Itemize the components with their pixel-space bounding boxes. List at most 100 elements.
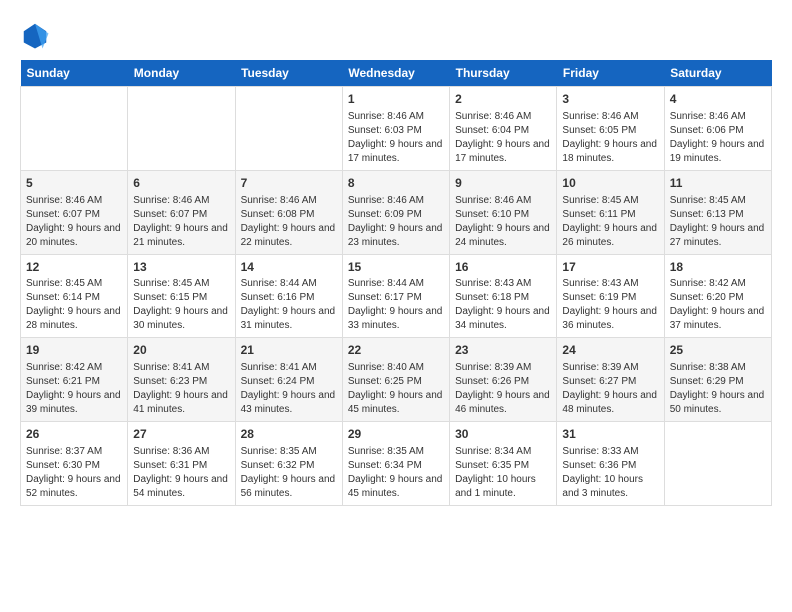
day-number: 3 — [562, 91, 658, 108]
calendar-week-row: 26Sunrise: 8:37 AM Sunset: 6:30 PM Dayli… — [21, 422, 772, 506]
day-info: Sunrise: 8:42 AM Sunset: 6:21 PM Dayligh… — [26, 361, 122, 417]
calendar-header-sunday: Sunday — [21, 60, 128, 87]
calendar-cell: 30 Sunrise: 8:34 AM Sunset: 6:35 PM Dayli… — [450, 422, 557, 506]
calendar-cell: 21 Sunrise: 8:41 AM Sunset: 6:24 PM Dayli… — [235, 338, 342, 422]
day-info: Sunrise: 8:46 AM Sunset: 6:07 PM Dayligh… — [26, 194, 122, 250]
day-info: Sunrise: 8:46 AM Sunset: 6:10 PM Dayligh… — [455, 194, 551, 250]
day-info: Sunrise: 8:43 AM Sunset: 6:19 PM Dayligh… — [562, 277, 658, 333]
calendar-cell: 29 Sunrise: 8:35 AM Sunset: 6:34 PM Dayli… — [342, 422, 449, 506]
day-info: Sunrise: 8:41 AM Sunset: 6:24 PM Dayligh… — [241, 361, 337, 417]
calendar-cell: 5 Sunrise: 8:46 AM Sunset: 6:07 PM Daylig… — [21, 170, 128, 254]
calendar-cell — [128, 87, 235, 171]
page-header — [20, 20, 772, 50]
day-info: Sunrise: 8:40 AM Sunset: 6:25 PM Dayligh… — [348, 361, 444, 417]
day-info: Sunrise: 8:39 AM Sunset: 6:27 PM Dayligh… — [562, 361, 658, 417]
calendar-cell: 13Sunrise: 8:45 AM Sunset: 6:15 PM Dayli… — [128, 254, 235, 338]
day-info: Sunrise: 8:44 AM Sunset: 6:17 PM Dayligh… — [348, 277, 444, 333]
calendar-cell: 22 Sunrise: 8:40 AM Sunset: 6:25 PM Dayli… — [342, 338, 449, 422]
day-number: 28 — [241, 426, 337, 443]
logo — [20, 20, 54, 50]
day-info: Sunrise: 8:42 AM Sunset: 6:20 PM Dayligh… — [670, 277, 766, 333]
day-info: Sunrise: 8:39 AM Sunset: 6:26 PM Dayligh… — [455, 361, 551, 417]
day-number: 21 — [241, 342, 337, 359]
calendar-header-wednesday: Wednesday — [342, 60, 449, 87]
day-number: 23 — [455, 342, 551, 359]
day-info: Sunrise: 8:46 AM Sunset: 6:03 PM Dayligh… — [348, 110, 444, 166]
day-number: 15 — [348, 259, 444, 276]
calendar-cell: 15Sunrise: 8:44 AM Sunset: 6:17 PM Dayli… — [342, 254, 449, 338]
day-info: Sunrise: 8:46 AM Sunset: 6:08 PM Dayligh… — [241, 194, 337, 250]
calendar-cell: 10 Sunrise: 8:45 AM Sunset: 6:11 PM Dayli… — [557, 170, 664, 254]
calendar-cell: 16Sunrise: 8:43 AM Sunset: 6:18 PM Dayli… — [450, 254, 557, 338]
day-number: 1 — [348, 91, 444, 108]
calendar-cell: 11 Sunrise: 8:45 AM Sunset: 6:13 PM Dayli… — [664, 170, 771, 254]
calendar-cell — [664, 422, 771, 506]
day-info: Sunrise: 8:37 AM Sunset: 6:30 PM Dayligh… — [26, 445, 122, 501]
day-number: 24 — [562, 342, 658, 359]
calendar-cell: 12Sunrise: 8:45 AM Sunset: 6:14 PM Dayli… — [21, 254, 128, 338]
day-number: 4 — [670, 91, 766, 108]
day-number: 6 — [133, 175, 229, 192]
day-number: 12 — [26, 259, 122, 276]
day-number: 9 — [455, 175, 551, 192]
day-number: 13 — [133, 259, 229, 276]
day-info: Sunrise: 8:35 AM Sunset: 6:32 PM Dayligh… — [241, 445, 337, 501]
logo-icon — [20, 20, 50, 50]
calendar-header-row: SundayMondayTuesdayWednesdayThursdayFrid… — [21, 60, 772, 87]
day-number: 22 — [348, 342, 444, 359]
calendar-week-row: 19 Sunrise: 8:42 AM Sunset: 6:21 PM Dayli… — [21, 338, 772, 422]
calendar-cell: 4 Sunrise: 8:46 AM Sunset: 6:06 PM Daylig… — [664, 87, 771, 171]
day-number: 14 — [241, 259, 337, 276]
day-info: Sunrise: 8:41 AM Sunset: 6:23 PM Dayligh… — [133, 361, 229, 417]
calendar-cell: 3Sunrise: 8:46 AM Sunset: 6:05 PM Daylig… — [557, 87, 664, 171]
calendar-week-row: 1 Sunrise: 8:46 AM Sunset: 6:03 PM Daylig… — [21, 87, 772, 171]
calendar-table: SundayMondayTuesdayWednesdayThursdayFrid… — [20, 60, 772, 506]
calendar-cell: 24 Sunrise: 8:39 AM Sunset: 6:27 PM Dayli… — [557, 338, 664, 422]
day-info: Sunrise: 8:45 AM Sunset: 6:11 PM Dayligh… — [562, 194, 658, 250]
day-info: Sunrise: 8:46 AM Sunset: 6:09 PM Dayligh… — [348, 194, 444, 250]
calendar-cell: 2Sunrise: 8:46 AM Sunset: 6:04 PM Daylig… — [450, 87, 557, 171]
calendar-cell — [235, 87, 342, 171]
day-number: 7 — [241, 175, 337, 192]
day-number: 5 — [26, 175, 122, 192]
calendar-week-row: 5 Sunrise: 8:46 AM Sunset: 6:07 PM Daylig… — [21, 170, 772, 254]
calendar-header-saturday: Saturday — [664, 60, 771, 87]
day-info: Sunrise: 8:46 AM Sunset: 6:07 PM Dayligh… — [133, 194, 229, 250]
day-info: Sunrise: 8:43 AM Sunset: 6:18 PM Dayligh… — [455, 277, 551, 333]
calendar-header-monday: Monday — [128, 60, 235, 87]
calendar-cell: 26Sunrise: 8:37 AM Sunset: 6:30 PM Dayli… — [21, 422, 128, 506]
day-info: Sunrise: 8:33 AM Sunset: 6:36 PM Dayligh… — [562, 445, 658, 501]
day-info: Sunrise: 8:36 AM Sunset: 6:31 PM Dayligh… — [133, 445, 229, 501]
calendar-header-thursday: Thursday — [450, 60, 557, 87]
day-info: Sunrise: 8:38 AM Sunset: 6:29 PM Dayligh… — [670, 361, 766, 417]
day-number: 25 — [670, 342, 766, 359]
calendar-cell: 25 Sunrise: 8:38 AM Sunset: 6:29 PM Dayli… — [664, 338, 771, 422]
calendar-cell — [21, 87, 128, 171]
day-info: Sunrise: 8:45 AM Sunset: 6:13 PM Dayligh… — [670, 194, 766, 250]
day-info: Sunrise: 8:45 AM Sunset: 6:15 PM Dayligh… — [133, 277, 229, 333]
calendar-cell: 27Sunrise: 8:36 AM Sunset: 6:31 PM Dayli… — [128, 422, 235, 506]
day-info: Sunrise: 8:45 AM Sunset: 6:14 PM Dayligh… — [26, 277, 122, 333]
day-number: 11 — [670, 175, 766, 192]
calendar-cell: 31Sunrise: 8:33 AM Sunset: 6:36 PM Dayli… — [557, 422, 664, 506]
calendar-cell: 6 Sunrise: 8:46 AM Sunset: 6:07 PM Daylig… — [128, 170, 235, 254]
day-info: Sunrise: 8:44 AM Sunset: 6:16 PM Dayligh… — [241, 277, 337, 333]
calendar-cell: 1 Sunrise: 8:46 AM Sunset: 6:03 PM Daylig… — [342, 87, 449, 171]
day-number: 20 — [133, 342, 229, 359]
day-number: 10 — [562, 175, 658, 192]
day-number: 8 — [348, 175, 444, 192]
day-number: 16 — [455, 259, 551, 276]
calendar-header-tuesday: Tuesday — [235, 60, 342, 87]
calendar-cell: 18Sunrise: 8:42 AM Sunset: 6:20 PM Dayli… — [664, 254, 771, 338]
day-number: 30 — [455, 426, 551, 443]
day-number: 19 — [26, 342, 122, 359]
calendar-header-friday: Friday — [557, 60, 664, 87]
day-number: 17 — [562, 259, 658, 276]
day-info: Sunrise: 8:34 AM Sunset: 6:35 PM Dayligh… — [455, 445, 551, 501]
calendar-cell: 9 Sunrise: 8:46 AM Sunset: 6:10 PM Daylig… — [450, 170, 557, 254]
day-info: Sunrise: 8:46 AM Sunset: 6:06 PM Dayligh… — [670, 110, 766, 166]
day-number: 29 — [348, 426, 444, 443]
calendar-week-row: 12Sunrise: 8:45 AM Sunset: 6:14 PM Dayli… — [21, 254, 772, 338]
calendar-cell: 14Sunrise: 8:44 AM Sunset: 6:16 PM Dayli… — [235, 254, 342, 338]
day-info: Sunrise: 8:35 AM Sunset: 6:34 PM Dayligh… — [348, 445, 444, 501]
